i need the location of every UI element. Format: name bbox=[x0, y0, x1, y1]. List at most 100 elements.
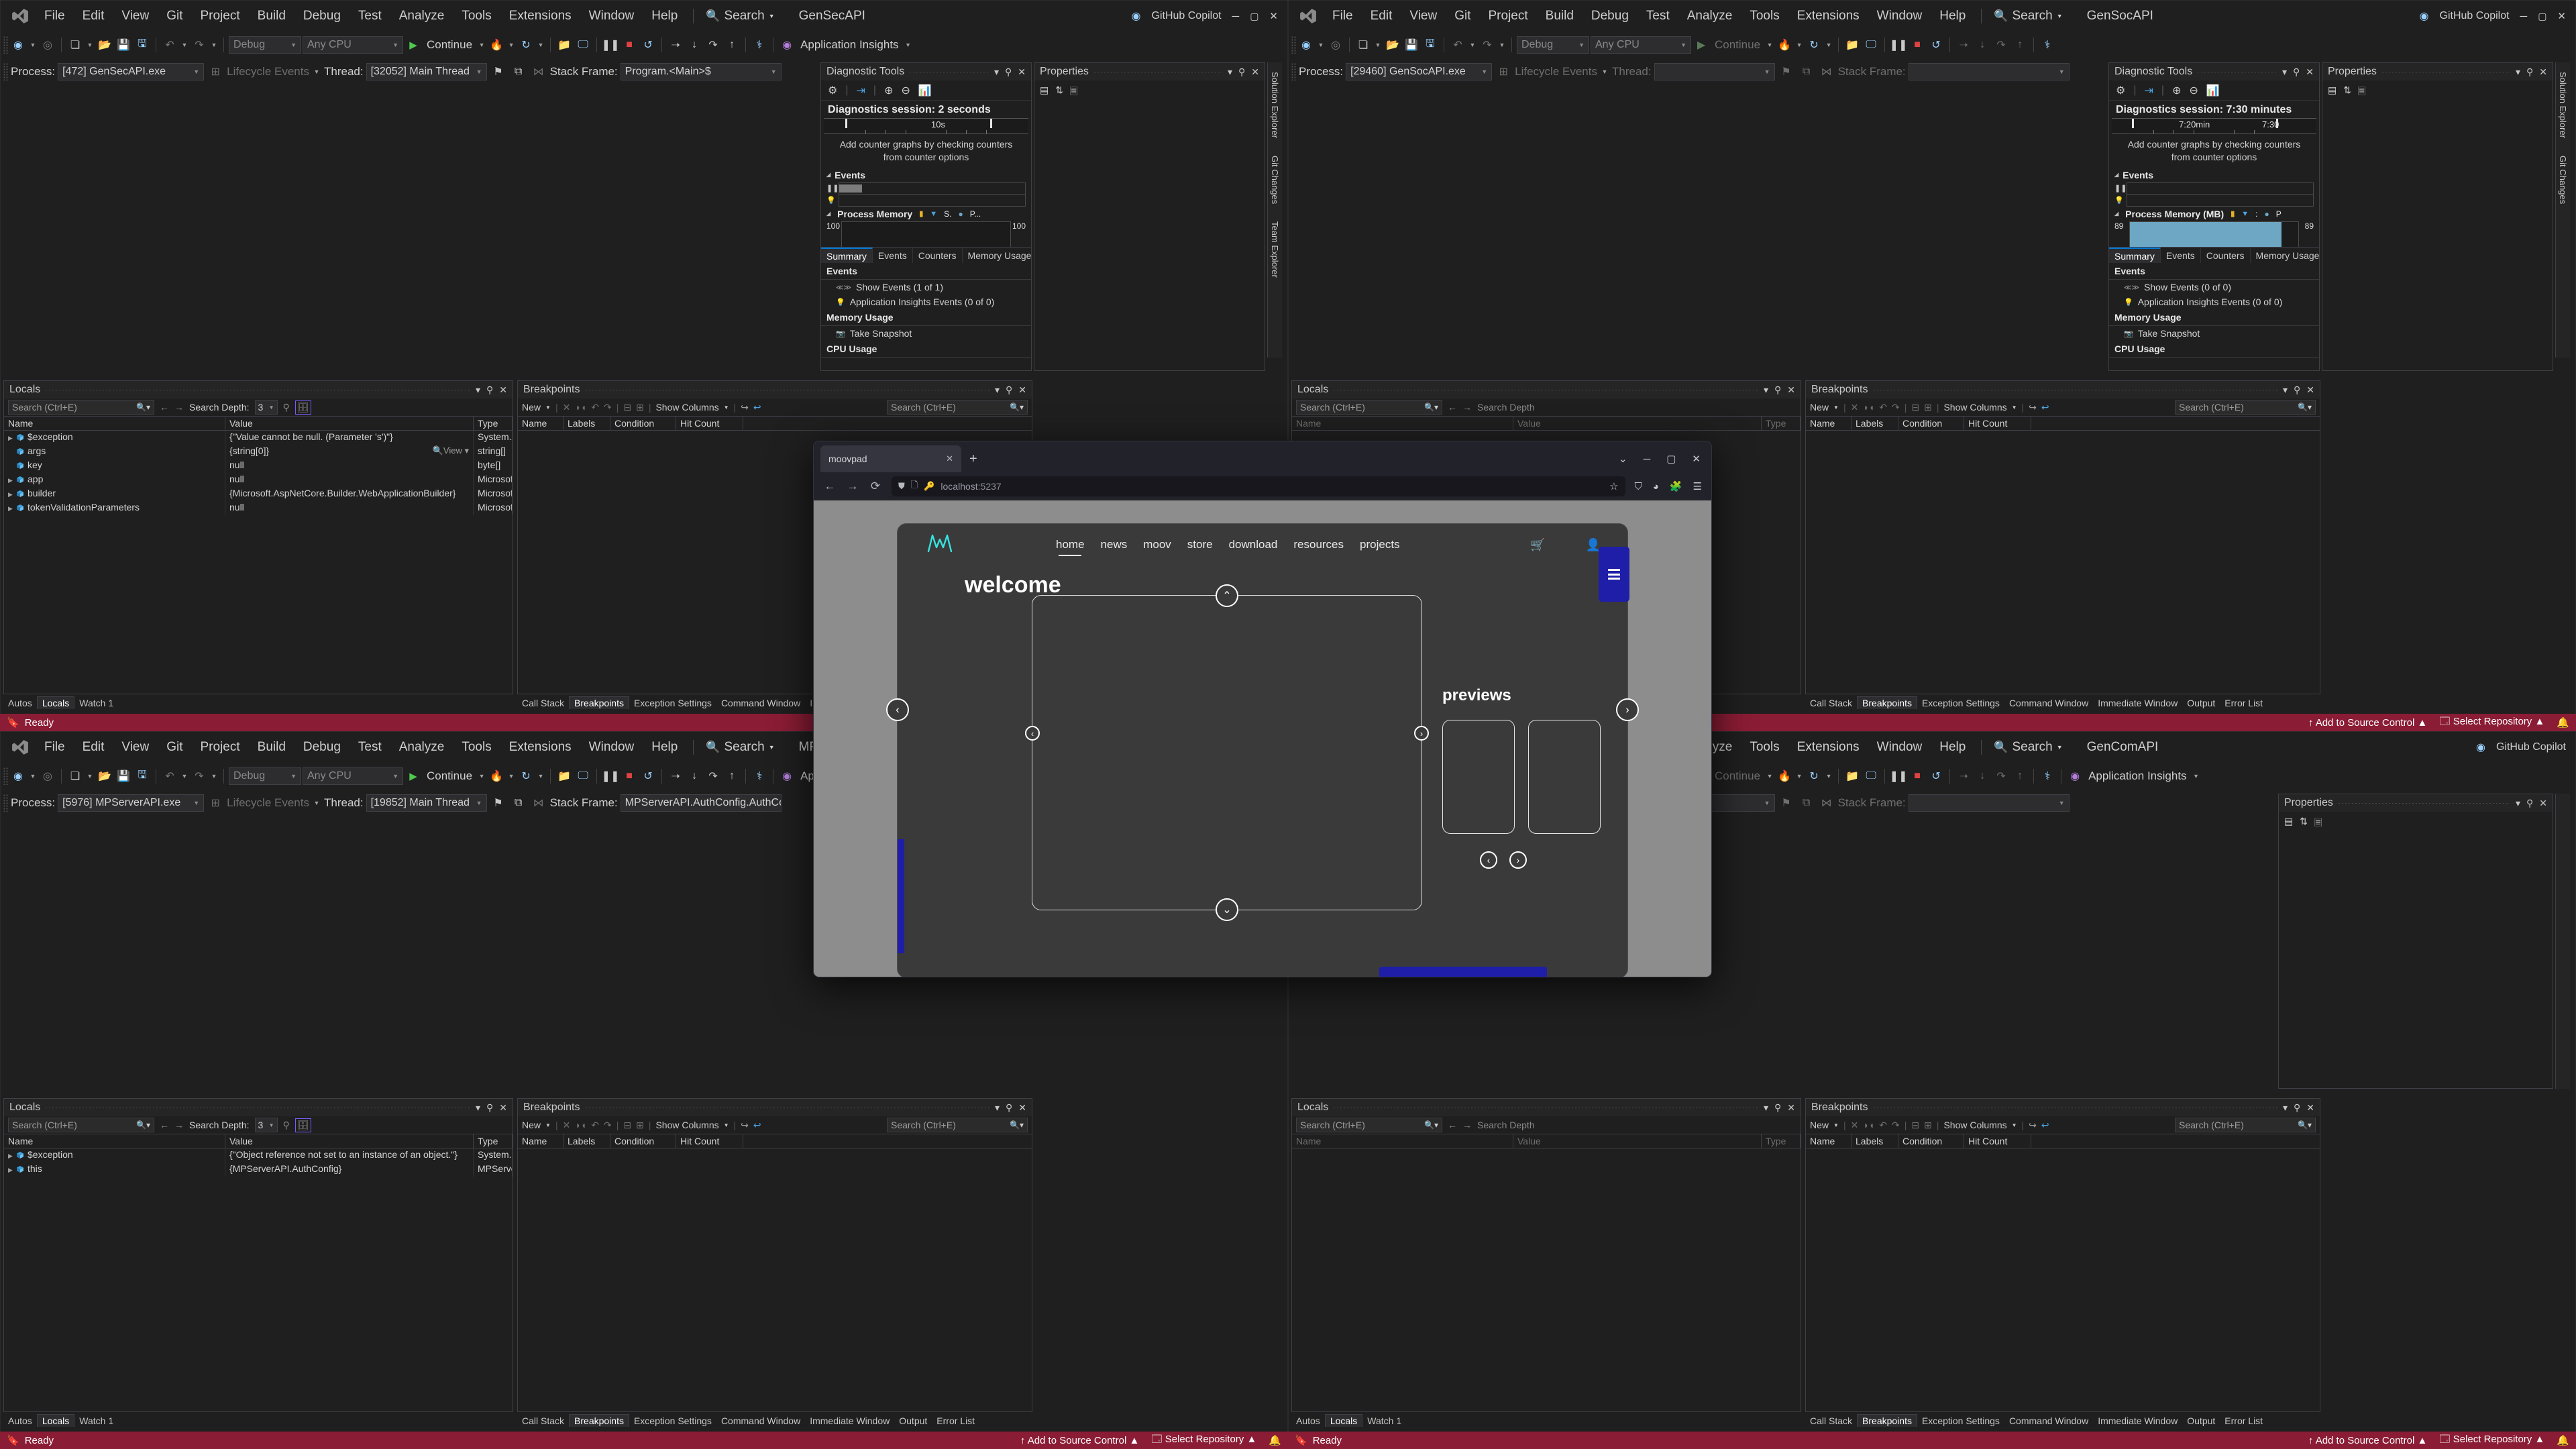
bp-col-hitcount[interactable]: Hit Count bbox=[676, 1134, 743, 1148]
search-prev-icon[interactable]: ← bbox=[1448, 402, 1457, 413]
tab-breakpoints[interactable]: Breakpoints bbox=[1857, 1414, 1917, 1427]
navigate-back-icon[interactable]: ◉ bbox=[9, 36, 27, 54]
menu-edit[interactable]: Edit bbox=[74, 737, 113, 757]
search-box[interactable]: 🔍 Search ▼ bbox=[1988, 740, 2068, 755]
search-icon[interactable]: 🔍▾ bbox=[1010, 402, 1024, 412]
app-menu-icon[interactable]: ☰ bbox=[1693, 480, 1702, 492]
menu-file[interactable]: File bbox=[1324, 6, 1362, 26]
start-debug-icon[interactable]: ▶ bbox=[1693, 36, 1710, 54]
bp-col-labels[interactable]: Labels bbox=[1851, 417, 1898, 430]
locals-col-type[interactable]: Type bbox=[474, 1134, 513, 1148]
bottom-tabs-left[interactable]: Autos Locals Watch 1 bbox=[3, 694, 118, 709]
lifecycle-events-label[interactable]: Lifecycle Events bbox=[1515, 65, 1597, 78]
back-dropdown-icon[interactable]: ▼ bbox=[28, 42, 38, 48]
close-icon[interactable]: ✕ bbox=[2306, 1102, 2314, 1114]
save-all-icon[interactable]: 🖫 bbox=[133, 767, 151, 785]
menu-git[interactable]: Git bbox=[1446, 6, 1479, 26]
menu-window[interactable]: Window bbox=[580, 6, 643, 26]
restart-icon[interactable]: ↻ bbox=[1805, 36, 1823, 54]
menu-test[interactable]: Test bbox=[1638, 6, 1678, 26]
redo-dropdown-icon[interactable]: ▼ bbox=[1497, 42, 1507, 48]
tab-error-list[interactable]: Error List bbox=[932, 1415, 979, 1427]
locals-col-type[interactable]: Type bbox=[474, 417, 513, 430]
save-all-icon[interactable]: 🖫 bbox=[1421, 36, 1439, 54]
tab-immediate-window[interactable]: Immediate Window bbox=[805, 1415, 894, 1427]
delete-breakpoint-icon[interactable]: ✕ bbox=[1851, 1120, 1859, 1131]
locals-search-input[interactable]: Search (Ctrl+E) 🔍▾ bbox=[1296, 1118, 1442, 1132]
pin-icon[interactable]: ⚲ bbox=[2526, 66, 2533, 78]
new-breakpoint-button[interactable]: New bbox=[522, 1120, 541, 1130]
save-all-icon[interactable]: 🖫 bbox=[133, 36, 151, 54]
bp-col-hitcount[interactable]: Hit Count bbox=[676, 417, 743, 430]
tab-watch-1[interactable]: Watch 1 bbox=[74, 697, 118, 709]
show-next-statement-icon[interactable]: ➝ bbox=[667, 36, 684, 54]
locals-column-headers[interactable]: Name Value Type bbox=[1292, 416, 1801, 431]
tab-exception-settings[interactable]: Exception Settings bbox=[1917, 1415, 2004, 1427]
new-breakpoint-button[interactable]: New bbox=[522, 402, 541, 413]
locals-search-input[interactable]: Search (Ctrl+E) 🔍▾ bbox=[8, 1118, 154, 1132]
tab-exception-settings[interactable]: Exception Settings bbox=[1917, 697, 2004, 709]
step-over-icon[interactable]: ↷ bbox=[1992, 36, 2010, 54]
close-icon[interactable]: ✕ bbox=[1251, 66, 1259, 78]
chevron-down-icon[interactable]: ▼ bbox=[1833, 405, 1839, 411]
toolbar-grip[interactable] bbox=[3, 36, 8, 54]
breakpoints-column-headers[interactable]: Name Labels Condition Hit Count bbox=[1806, 1134, 2320, 1148]
disable-all-icon[interactable]: ◗◖ bbox=[1863, 1120, 1874, 1130]
diagnostic-tools-panel[interactable]: Diagnostic Tools ▾ ⚲ ✕ ⚙ | ⇥ | ⊕ ⊖ 📊 Dia… bbox=[820, 62, 1071, 371]
open-file-icon[interactable]: 📂 bbox=[96, 767, 113, 785]
close-icon[interactable]: ✕ bbox=[1787, 1102, 1795, 1114]
search-icon[interactable]: 🔍▾ bbox=[136, 402, 150, 412]
breakpoints-toolbar[interactable]: New ▼ | ✕ ◗◖ ↶ ↷ | ⊟ ⊞ | Show Columns ▼ … bbox=[518, 398, 1032, 416]
tab-immediate-window[interactable]: Immediate Window bbox=[2093, 1415, 2182, 1427]
pin-icon[interactable]: ⚲ bbox=[486, 1102, 493, 1114]
table-row[interactable]: ▶ this {MPServerAPI.AuthConfig} MPServerA… bbox=[4, 1163, 513, 1177]
tab-command-window[interactable]: Command Window bbox=[716, 1415, 805, 1427]
undo-icon[interactable]: ↶ bbox=[1879, 402, 1887, 413]
chevron-down-icon[interactable]: ▼ bbox=[1833, 1122, 1839, 1128]
step-out-icon[interactable]: ↑ bbox=[723, 767, 741, 785]
pin-icon[interactable]: ⚲ bbox=[2526, 798, 2533, 809]
summary-show-events[interactable]: ≪≫ Show Events (1 of 1) bbox=[821, 280, 1031, 294]
tab-watch-1[interactable]: Watch 1 bbox=[74, 1415, 118, 1427]
diagnostics-timeline-ruler[interactable]: 7:20min 7:30 bbox=[2112, 118, 2316, 134]
toolbar-grip[interactable] bbox=[1291, 36, 1296, 54]
nav-link-home[interactable]: home bbox=[1056, 538, 1085, 556]
nav-link-news[interactable]: news bbox=[1101, 538, 1128, 551]
break-all-icon[interactable]: ❚❚ bbox=[1890, 767, 1908, 785]
collapse-triangle-icon[interactable]: ◢ bbox=[826, 172, 830, 178]
parallel-stacks-icon[interactable]: ⧉ bbox=[1798, 794, 1815, 812]
collapse-triangle-icon[interactable]: ◢ bbox=[2114, 211, 2118, 217]
nav-link-download[interactable]: download bbox=[1229, 538, 1278, 551]
zoom-out-icon[interactable]: ⊖ bbox=[901, 84, 910, 97]
app-insights-dropdown-icon[interactable]: ▼ bbox=[2192, 773, 2201, 780]
thread-view-icon[interactable]: ⚕ bbox=[751, 36, 768, 54]
menu-extensions[interactable]: Extensions bbox=[500, 737, 580, 757]
table-row[interactable]: ▶ $exception {"Object reference not set t… bbox=[4, 1148, 513, 1163]
add-to-source-control-button[interactable]: ↑ Add to Source Control ▲ bbox=[2308, 1435, 2427, 1446]
breakpoints-search-input[interactable]: Search (Ctrl+E) 🔍▾ bbox=[887, 400, 1028, 415]
breakpoints-panel[interactable]: Breakpoints ▾ ⚲ ✕ New ▼ | ✕ ◗◖ ↶ ↷ | ⊟ ⊞ bbox=[1805, 1098, 2320, 1412]
events-section-header[interactable]: ◢ Events bbox=[2109, 168, 2319, 182]
collapse-all-icon[interactable]: ⊞ bbox=[1924, 402, 1932, 413]
locals-panel[interactable]: Locals ▾ ⚲ ✕ Search (Ctrl+E) 🔍▾ ← → Sear… bbox=[1291, 1098, 1801, 1412]
menu-tools[interactable]: Tools bbox=[1741, 6, 1788, 26]
stop-debugging-icon[interactable]: ■ bbox=[621, 767, 638, 785]
menu-window[interactable]: Window bbox=[1868, 737, 1931, 757]
start-debug-icon[interactable]: ▶ bbox=[405, 36, 422, 54]
breakpoints-search-input[interactable]: Search (Ctrl+E) 🔍▾ bbox=[887, 1118, 1028, 1132]
dock-solution-explorer[interactable]: Solution Explorer bbox=[1270, 72, 1280, 138]
flag-thread-icon[interactable]: ⚑ bbox=[490, 794, 507, 812]
locals-search-row[interactable]: Search (Ctrl+E) 🔍▾ ← → Search Depth bbox=[1292, 1116, 1801, 1134]
copilot-icon[interactable]: ◉ bbox=[2420, 9, 2429, 23]
search-box[interactable]: 🔍 Search ▼ bbox=[700, 740, 780, 755]
restart-debug-icon[interactable]: ↺ bbox=[639, 767, 657, 785]
pin-icon[interactable]: ⚲ bbox=[1006, 384, 1012, 396]
menu-test[interactable]: Test bbox=[350, 6, 390, 26]
standard-toolbar[interactable]: ◉ ▼ ◎ ❏ ▼ 📂 💾 🖫 ↶ ▼ ↷ ▼ Debug▼ Any CPU▼ … bbox=[1, 32, 1287, 58]
pin-variable-icon[interactable]: ⚲ bbox=[283, 402, 290, 413]
alphabetical-view-icon[interactable]: ⇅ bbox=[1055, 85, 1063, 101]
bp-col-hitcount[interactable]: Hit Count bbox=[1964, 1134, 2031, 1148]
panel-menu-icon[interactable]: ▾ bbox=[2283, 1102, 2288, 1114]
thread-dropdown[interactable]: ▼ bbox=[1654, 63, 1775, 80]
breakpoints-column-headers[interactable]: Name Labels Condition Hit Count bbox=[518, 416, 1032, 431]
